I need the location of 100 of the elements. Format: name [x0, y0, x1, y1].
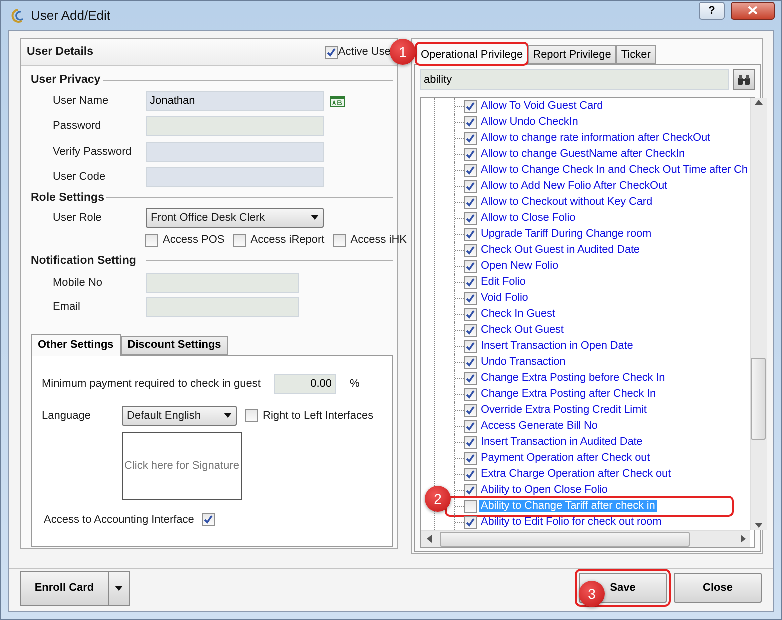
- close-button[interactable]: [731, 2, 775, 20]
- input-field[interactable]: [146, 142, 324, 162]
- checkbox[interactable]: [464, 244, 477, 256]
- tree-item[interactable]: Allow to Checkout without Key Card: [479, 196, 654, 208]
- tree-item[interactable]: Ability to Edit Folio for check out room: [479, 516, 664, 528]
- keyboard-icon[interactable]: [330, 96, 345, 107]
- scrollbar-thumb[interactable]: [440, 532, 690, 546]
- checkbox[interactable]: [464, 132, 477, 144]
- checkbox[interactable]: [332, 234, 346, 247]
- active-user-checkbox[interactable]: [325, 46, 338, 59]
- caret-icon: [311, 215, 319, 220]
- scroll-up-icon[interactable]: [754, 100, 763, 105]
- input-field[interactable]: [146, 272, 299, 293]
- tree-item[interactable]: Access Generate Bill No: [479, 420, 600, 432]
- tree-item[interactable]: Extra Charge Operation after Check out: [479, 468, 674, 480]
- tree-item[interactable]: Change Extra Posting before Check In: [479, 372, 668, 384]
- checkbox[interactable]: [464, 500, 477, 512]
- tree-item[interactable]: Change Extra Posting after Check In: [479, 388, 658, 400]
- checkbox-label: Right to Left Interfaces: [263, 410, 374, 422]
- field-label: User Name: [53, 95, 110, 108]
- scroll-left-icon[interactable]: [427, 535, 432, 543]
- tree-item[interactable]: Insert Transaction in Audited Date: [479, 436, 645, 448]
- checkbox[interactable]: [464, 452, 477, 464]
- input-field[interactable]: [146, 166, 324, 187]
- privilege-tab[interactable]: Operational Privilege: [416, 43, 528, 65]
- dialog-button[interactable]: Close: [674, 573, 762, 603]
- tree-item[interactable]: Open New Folio: [479, 260, 560, 272]
- window-title: User Add/Edit: [31, 8, 112, 23]
- settings-tab[interactable]: Discount Settings: [120, 336, 228, 355]
- privilege-tab[interactable]: Ticker: [616, 45, 656, 64]
- enroll-card-button[interactable]: Enroll Card: [21, 572, 109, 604]
- tree-item[interactable]: Undo Transaction: [479, 356, 568, 368]
- checkbox[interactable]: [464, 420, 477, 432]
- input-field[interactable]: [146, 116, 324, 136]
- scrollbar-thumb[interactable]: [751, 358, 766, 440]
- tree-item[interactable]: Check Out Guest in Audited Date: [479, 244, 642, 256]
- input-field[interactable]: 0.00: [274, 374, 336, 394]
- tree-item[interactable]: Insert Transaction in Open Date: [479, 340, 636, 352]
- checkbox[interactable]: [464, 372, 477, 384]
- tree-item[interactable]: Allow To Void Guest Card: [479, 100, 606, 112]
- checkbox[interactable]: [464, 484, 477, 496]
- tree-item[interactable]: Allow to change rate information after CheckOut: [479, 132, 712, 144]
- scroll-right-icon[interactable]: [740, 535, 746, 543]
- tree-item[interactable]: Allow Undo CheckIn: [479, 116, 580, 128]
- role-dropdown[interactable]: Front Office Desk Clerk: [146, 208, 324, 228]
- horizontal-scrollbar[interactable]: [421, 530, 750, 547]
- find-button[interactable]: [733, 69, 755, 90]
- checkbox[interactable]: [464, 116, 477, 128]
- unit-label: %: [350, 378, 360, 390]
- checkbox[interactable]: [464, 356, 477, 368]
- tree-item[interactable]: Ability to Open Close Folio: [479, 484, 610, 496]
- vertical-scrollbar[interactable]: [750, 98, 767, 530]
- checkbox[interactable]: [202, 513, 216, 526]
- tree-item[interactable]: Edit Folio: [479, 276, 528, 288]
- help-button[interactable]: ?: [699, 2, 725, 20]
- checkbox[interactable]: [245, 409, 258, 422]
- checkbox-label: Access iReport: [250, 234, 325, 246]
- tree-item[interactable]: Allow to Change Check In and Check Out Time after Ch: [479, 164, 750, 176]
- checkbox[interactable]: [232, 234, 246, 247]
- checkbox[interactable]: [464, 340, 477, 352]
- section-title: Notification Setting: [31, 254, 136, 267]
- checkbox[interactable]: [145, 234, 158, 247]
- tree-item[interactable]: Payment Operation after Check out: [479, 452, 652, 464]
- field-label: User Code: [53, 170, 107, 183]
- checkbox[interactable]: [464, 292, 477, 304]
- input-field[interactable]: Jonathan: [146, 91, 324, 112]
- search-field[interactable]: ability: [420, 69, 730, 90]
- field-label: Password: [53, 120, 102, 132]
- checkbox[interactable]: [464, 516, 477, 528]
- tree-item[interactable]: Allow to change GuestName after CheckIn: [479, 148, 687, 160]
- checkbox[interactable]: [464, 324, 477, 336]
- settings-tab[interactable]: Other Settings: [31, 334, 121, 356]
- scroll-down-icon[interactable]: [754, 523, 763, 528]
- field-label: Language: [42, 410, 92, 422]
- checkbox[interactable]: [464, 212, 477, 224]
- tree-item[interactable]: Upgrade Tariff During Change room: [479, 228, 654, 240]
- checkbox[interactable]: [464, 388, 477, 400]
- checkbox[interactable]: [464, 436, 477, 448]
- checkbox[interactable]: [464, 276, 477, 288]
- checkbox[interactable]: [464, 228, 477, 240]
- tree-item[interactable]: Void Folio: [479, 292, 530, 304]
- tree-item[interactable]: Allow to Add New Folio After CheckOut: [479, 180, 670, 192]
- checkbox[interactable]: [464, 196, 477, 208]
- language-dropdown[interactable]: Default English: [122, 406, 237, 426]
- tree-item[interactable]: Override Extra Posting Credit Limit: [479, 404, 649, 416]
- tree-item[interactable]: Allow to Close Folio: [479, 212, 578, 224]
- signature-pad[interactable]: Click here for Signature: [122, 432, 242, 500]
- field-label: Mobile No: [53, 276, 104, 289]
- checkbox[interactable]: [464, 260, 477, 272]
- checkbox[interactable]: [464, 164, 477, 176]
- checkbox[interactable]: [464, 148, 477, 160]
- tree-item[interactable]: Check Out Guest: [479, 324, 566, 336]
- privilege-tab[interactable]: Report Privilege: [528, 45, 616, 64]
- checkbox[interactable]: [464, 308, 477, 320]
- checkbox[interactable]: [464, 468, 477, 480]
- tree-item[interactable]: Check In Guest: [479, 308, 558, 320]
- checkbox[interactable]: [464, 100, 477, 112]
- checkbox[interactable]: [464, 404, 477, 416]
- input-field[interactable]: [146, 296, 299, 317]
- checkbox[interactable]: [464, 180, 477, 192]
